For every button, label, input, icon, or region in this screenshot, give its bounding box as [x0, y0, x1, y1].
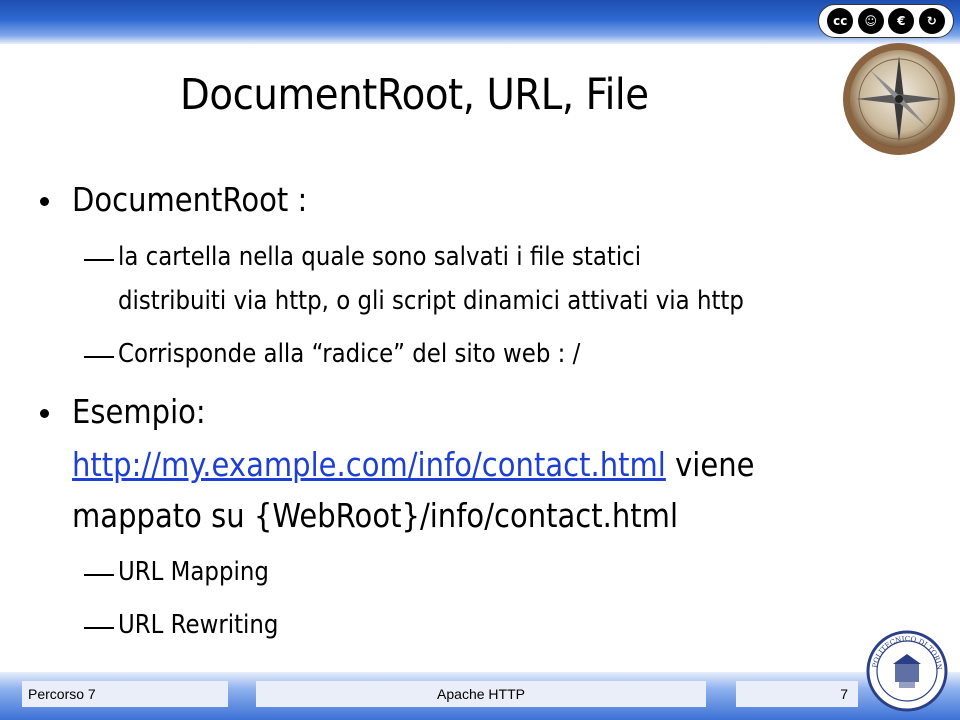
- footer-topic: Apache HTTP: [256, 681, 706, 707]
- share-alike-icon: ↻: [918, 8, 945, 34]
- sub-bullet-text-cont: distribuiti via http, o gli script dinam…: [118, 286, 744, 316]
- bullet-text: DocumentRoot :: [72, 180, 308, 219]
- footer-course: Percorso 7: [22, 681, 228, 707]
- sub-bullet-dash: [84, 259, 114, 261]
- bullet-marker: [40, 409, 49, 418]
- footer-page-number: 7: [736, 681, 858, 707]
- sub-bullet-text: URL Rewriting: [118, 610, 279, 640]
- example-url-link[interactable]: http://my.example.com/info/contact.html: [72, 445, 666, 484]
- sub-bullet-text: URL Mapping: [118, 557, 269, 587]
- sub-bullet-text: Corrisponde alla “radice” del sito web :…: [118, 339, 581, 369]
- bullet-text: Esempio:: [72, 392, 206, 431]
- example-line: http://my.example.com/info/contact.html …: [72, 445, 754, 484]
- sub-bullet-text: la cartella nella quale sono salvati i f…: [118, 242, 642, 272]
- sub-bullet-dash: [84, 356, 114, 358]
- bullet-marker: [40, 197, 49, 206]
- example-line-tail: viene: [665, 445, 755, 484]
- compass-icon: [843, 43, 955, 155]
- sub-bullet-dash: [84, 574, 114, 576]
- noncommercial-icon: €: [888, 8, 915, 34]
- attribution-icon: ☺: [857, 8, 884, 34]
- sub-bullet-dash: [84, 627, 114, 629]
- creative-commons-license-badge: cc ☺ € ↻: [818, 4, 954, 38]
- example-mapping-line: mappato su {WebRoot}/info/contact.html: [72, 496, 679, 535]
- slide-title: DocumentRoot, URL, File: [180, 70, 649, 120]
- politecnico-seal-logo: POLITECNICO DI TORINO: [866, 630, 948, 712]
- cc-icon: cc: [827, 8, 854, 34]
- header-band: [0, 0, 960, 44]
